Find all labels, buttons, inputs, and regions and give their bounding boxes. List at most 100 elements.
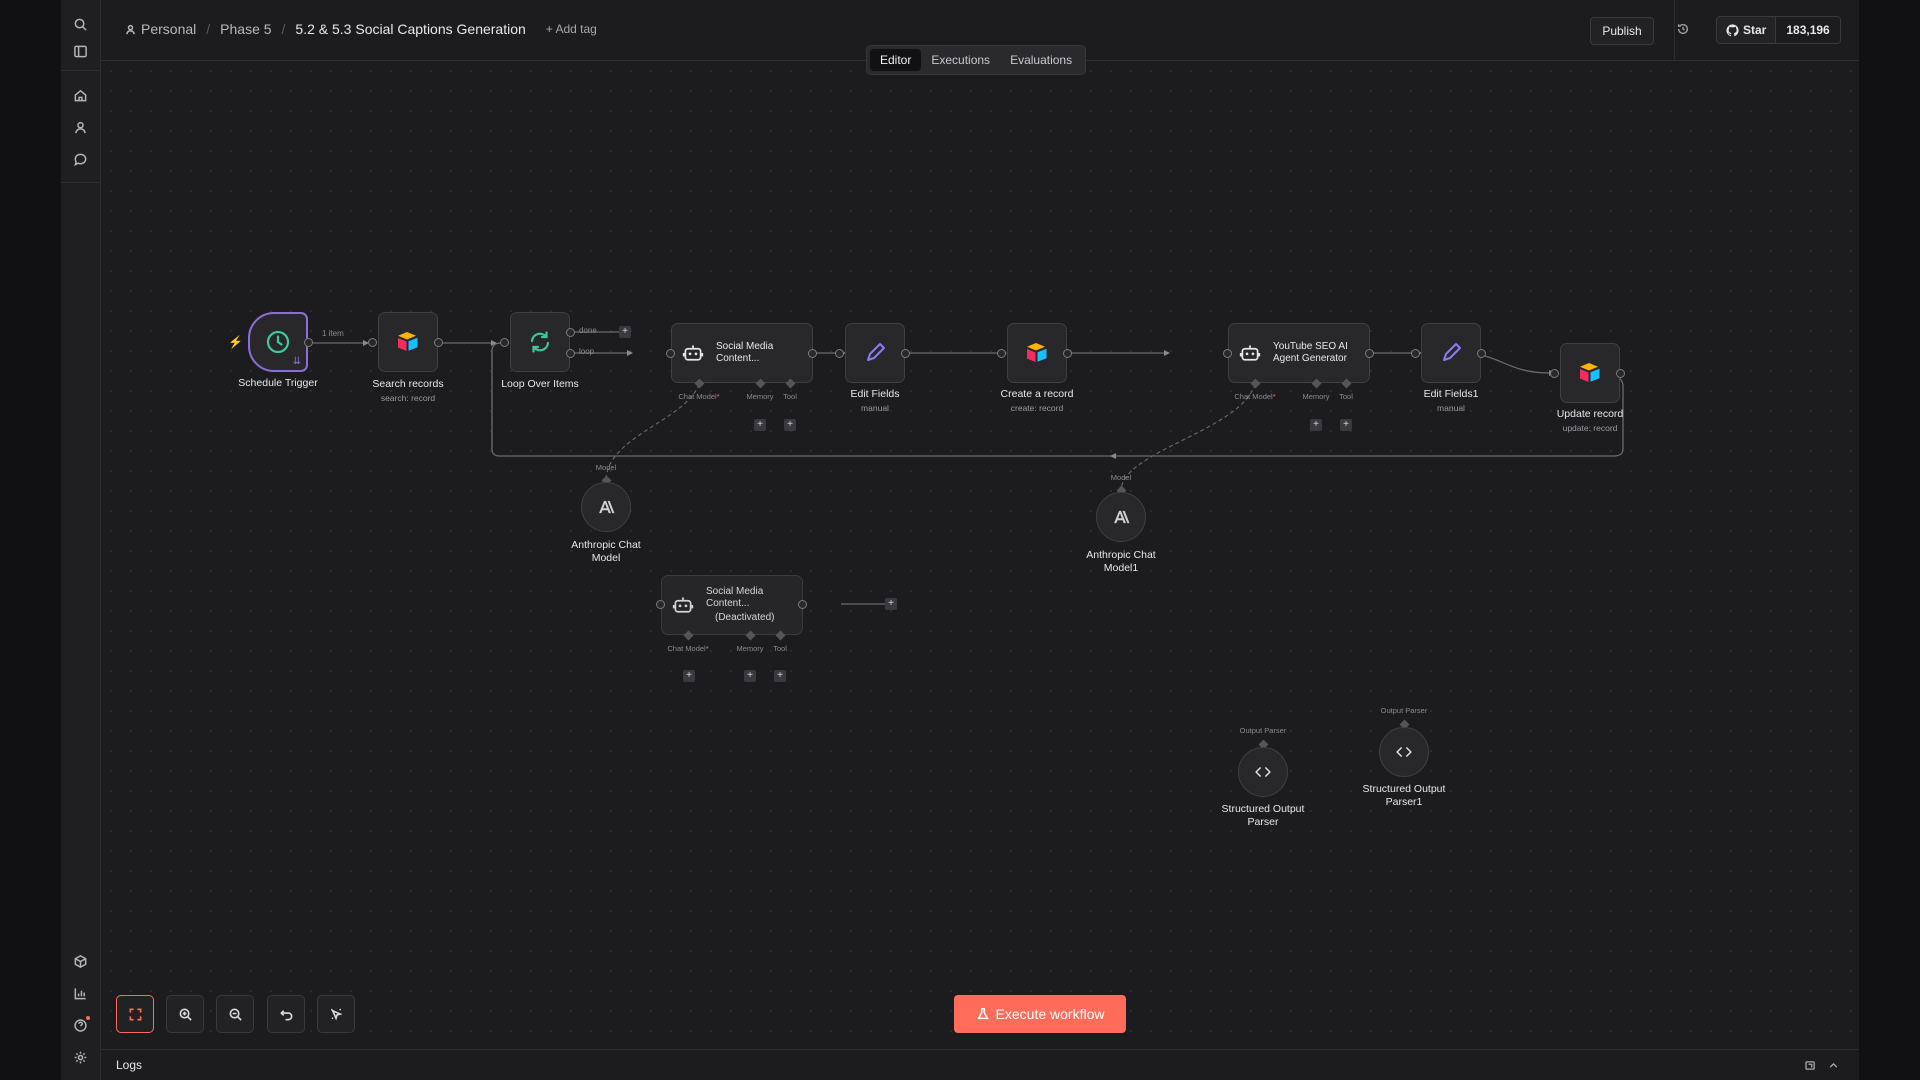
execute-workflow-button[interactable]: Execute workflow bbox=[954, 995, 1126, 1033]
node-schedule-trigger[interactable]: ⇊ bbox=[248, 312, 308, 372]
node-structured-output-parser1[interactable] bbox=[1379, 727, 1429, 777]
history-icon[interactable] bbox=[1676, 22, 1692, 38]
node-youtube-seo-agent[interactable]: YouTube SEO AI Agent Generator bbox=[1228, 323, 1370, 383]
search-icon[interactable] bbox=[69, 13, 91, 35]
zoom-out-icon bbox=[229, 1008, 242, 1021]
add-tool-button[interactable]: + bbox=[1340, 419, 1352, 431]
add-memory-button[interactable]: + bbox=[744, 670, 756, 682]
output-handle[interactable] bbox=[1063, 349, 1072, 358]
flask-icon bbox=[976, 1007, 989, 1020]
node-title-line2: Content... bbox=[716, 353, 760, 364]
node-label: Edit Fields1 bbox=[1423, 388, 1479, 400]
node-structured-output-parser[interactable] bbox=[1238, 747, 1288, 797]
input-handle[interactable] bbox=[1411, 349, 1420, 358]
node-social-media-content-agent[interactable]: Social Media Content... bbox=[671, 323, 813, 383]
zoom-out-button[interactable] bbox=[216, 995, 254, 1033]
add-memory-button[interactable]: + bbox=[1310, 419, 1322, 431]
output-handle[interactable] bbox=[304, 338, 313, 347]
robot-icon bbox=[1239, 345, 1261, 361]
node-label-line1: Structured Output bbox=[1362, 783, 1446, 795]
output-handle-done[interactable] bbox=[566, 328, 575, 337]
chevron-up-icon[interactable] bbox=[1827, 1059, 1840, 1072]
insights-icon[interactable] bbox=[69, 982, 91, 1004]
tidy-up-button[interactable] bbox=[317, 995, 355, 1033]
output-handle[interactable] bbox=[808, 349, 817, 358]
zoom-in-icon bbox=[179, 1008, 192, 1021]
home-icon[interactable] bbox=[69, 84, 91, 106]
node-update-record[interactable] bbox=[1560, 343, 1620, 403]
fit-view-button[interactable] bbox=[116, 995, 154, 1033]
templates-icon[interactable] bbox=[69, 950, 91, 972]
node-create-record[interactable] bbox=[1007, 323, 1067, 383]
input-handle[interactable] bbox=[1223, 349, 1232, 358]
output-handle[interactable] bbox=[1365, 349, 1374, 358]
input-handle[interactable] bbox=[500, 338, 509, 347]
node-edit-fields1[interactable] bbox=[1421, 323, 1481, 383]
add-tool-button[interactable]: + bbox=[784, 419, 796, 431]
breadcrumb-folder[interactable]: Phase 5 bbox=[220, 21, 271, 37]
github-icon bbox=[1726, 23, 1739, 36]
node-label-line2: Parser bbox=[1247, 816, 1279, 828]
loop-icon bbox=[530, 331, 550, 353]
node-anthropic-chat-model[interactable] bbox=[581, 482, 631, 532]
node-anthropic-chat-model1[interactable] bbox=[1096, 492, 1146, 542]
add-tool-button[interactable]: + bbox=[774, 670, 786, 682]
github-star-widget[interactable]: Star 183,196 bbox=[1716, 16, 1841, 44]
input-handle[interactable] bbox=[656, 600, 665, 609]
input-handle[interactable] bbox=[1550, 369, 1559, 378]
user-icon[interactable] bbox=[69, 116, 91, 138]
input-handle[interactable] bbox=[666, 349, 675, 358]
publish-button[interactable]: Publish bbox=[1590, 17, 1654, 45]
notification-dot bbox=[86, 1016, 90, 1020]
node-loop-over-items[interactable] bbox=[510, 312, 570, 372]
add-node-button[interactable]: + bbox=[885, 598, 897, 610]
port-label-chat-model: Chat Model* bbox=[1234, 392, 1276, 401]
node-social-media-content-deactivated[interactable]: Social Media Content... (Deactivated) bbox=[661, 575, 803, 635]
input-handle[interactable] bbox=[368, 338, 377, 347]
pop-out-icon[interactable] bbox=[1804, 1059, 1817, 1072]
node-label-line2: Parser1 bbox=[1385, 796, 1423, 808]
output-handle[interactable] bbox=[1616, 369, 1625, 378]
undo-button[interactable] bbox=[267, 995, 305, 1033]
output-handle[interactable] bbox=[1477, 349, 1486, 358]
add-tag-button[interactable]: + Add tag bbox=[546, 22, 597, 36]
output-handle[interactable] bbox=[798, 600, 807, 609]
add-chat-model-button[interactable]: + bbox=[683, 670, 695, 682]
code-brackets-icon bbox=[1255, 767, 1271, 777]
toggle-sidebar-icon[interactable] bbox=[69, 40, 91, 62]
deactivated-status: (Deactivated) bbox=[715, 612, 775, 623]
workflow-name[interactable]: 5.2 & 5.3 Social Captions Generation bbox=[295, 21, 525, 37]
port-label-model: Model bbox=[595, 463, 617, 472]
breadcrumb-owner[interactable]: Personal bbox=[141, 21, 196, 37]
output-label-done: done bbox=[579, 326, 597, 335]
node-subtitle: manual bbox=[861, 403, 889, 413]
tab-executions[interactable]: Executions bbox=[921, 49, 1000, 71]
robot-icon bbox=[672, 597, 694, 613]
output-handle[interactable] bbox=[434, 338, 443, 347]
node-edit-fields[interactable] bbox=[845, 323, 905, 383]
port-label-output-parser: Output Parser bbox=[1239, 726, 1287, 735]
tab-evaluations[interactable]: Evaluations bbox=[1000, 49, 1082, 71]
chat-icon[interactable] bbox=[69, 148, 91, 170]
pencil-icon bbox=[1443, 343, 1461, 361]
workflow-canvas[interactable]: ⚡ ⇊ Schedule Trigger 1 item Search recor… bbox=[101, 61, 1859, 1050]
output-handle-loop[interactable] bbox=[566, 349, 575, 358]
github-star-button[interactable]: Star bbox=[1717, 17, 1777, 43]
input-handle[interactable] bbox=[997, 349, 1006, 358]
port-label-chat-model: Chat Model* bbox=[678, 392, 720, 401]
output-handle[interactable] bbox=[901, 349, 910, 358]
connections-layer bbox=[298, 331, 1624, 605]
view-tabs: Editor Executions Evaluations bbox=[866, 45, 1087, 75]
node-search-records[interactable] bbox=[378, 312, 438, 372]
input-handle[interactable] bbox=[835, 349, 844, 358]
robot-icon bbox=[682, 345, 704, 361]
settings-icon[interactable] bbox=[69, 1046, 91, 1068]
logs-panel[interactable]: Logs bbox=[101, 1049, 1859, 1080]
add-node-button[interactable]: + bbox=[619, 326, 631, 338]
add-memory-button[interactable]: + bbox=[754, 419, 766, 431]
zoom-in-button[interactable] bbox=[166, 995, 204, 1033]
tab-editor[interactable]: Editor bbox=[870, 49, 922, 71]
node-label-line2: Model bbox=[591, 552, 621, 564]
help-icon[interactable] bbox=[69, 1014, 91, 1036]
port-label-tool: Tool bbox=[1339, 392, 1353, 401]
